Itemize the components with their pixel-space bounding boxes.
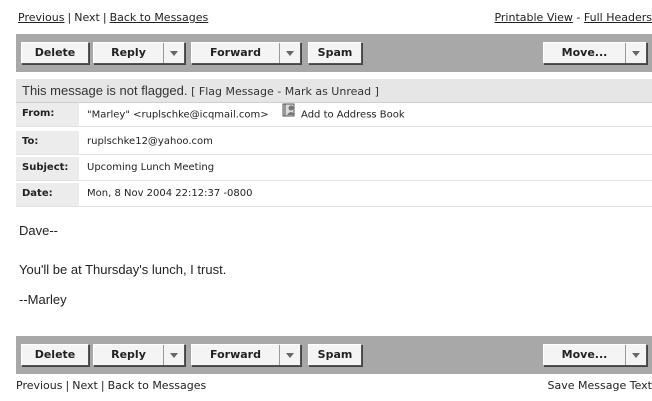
forward-dropdown-icon[interactable]	[279, 345, 300, 365]
message-body-line-3: --Marley	[19, 292, 67, 307]
flag-status-bar: This message is not flagged. [ Flag Mess…	[16, 79, 652, 103]
to-row: To: ruplschke12@yahoo.com	[16, 131, 652, 155]
from-value: "Marley" <ruplschke@icqmail.com>	[87, 109, 269, 121]
message-body-line-1: Dave--	[19, 223, 59, 238]
date-row: Date: Mon, 8 Nov 2004 22:12:37 -0800	[16, 183, 652, 207]
add-to-address-book-link[interactable]: Add to Address Book	[301, 110, 405, 121]
delete-button-bottom[interactable]: Delete	[21, 344, 89, 366]
spam-button[interactable]: Spam	[308, 42, 362, 64]
next-link-bottom[interactable]: Next	[72, 379, 98, 392]
bottom-nav: Previous | Next | Back to Messages Save Mess…	[16, 379, 652, 392]
to-label: To:	[16, 131, 79, 154]
top-toolbar: Delete Reply Forward Spam Move...	[16, 34, 652, 72]
date-value: Mon, 8 Nov 2004 22:12:37 -0800	[87, 188, 253, 199]
previous-link[interactable]: Previous	[18, 11, 65, 24]
move-button-bottom[interactable]: Move...	[543, 344, 647, 366]
forward-button[interactable]: Forward	[191, 42, 301, 64]
to-value: ruplschke12@yahoo.com	[87, 136, 213, 147]
reply-button[interactable]: Reply	[93, 42, 185, 64]
from-label: From:	[16, 103, 79, 126]
move-button[interactable]: Move...	[543, 42, 647, 64]
reply-dropdown-icon[interactable]	[163, 345, 184, 365]
bottom-toolbar: Delete Reply Forward Spam Move...	[16, 336, 652, 374]
printable-view-link[interactable]: Printable View	[494, 11, 572, 24]
message-body-line-2: You'll be at Thursday's lunch, I trust.	[19, 262, 227, 277]
full-headers-link[interactable]: Full Headers	[584, 11, 652, 24]
date-label: Date:	[16, 183, 79, 206]
forward-dropdown-icon[interactable]	[279, 43, 300, 63]
subject-value: Upcoming Lunch Meeting	[87, 162, 215, 173]
previous-link-bottom[interactable]: Previous	[16, 379, 63, 392]
subject-row: Subject: Upcoming Lunch Meeting	[16, 157, 652, 181]
delete-button[interactable]: Delete	[21, 42, 89, 64]
mark-unread-link[interactable]: Mark as Unread	[285, 85, 371, 98]
move-dropdown-icon[interactable]	[625, 43, 646, 63]
flag-status-text: This message is not flagged.	[22, 83, 188, 98]
reply-dropdown-icon[interactable]	[163, 43, 184, 63]
subject-label: Subject:	[16, 157, 79, 180]
save-message-text-link[interactable]: Save Message Text	[548, 379, 652, 392]
forward-button-bottom[interactable]: Forward	[191, 344, 301, 366]
next-link[interactable]: Next	[74, 11, 100, 24]
address-book-icon[interactable]	[282, 103, 298, 126]
back-to-messages-link-bottom[interactable]: Back to Messages	[108, 379, 207, 392]
move-dropdown-icon[interactable]	[625, 345, 646, 365]
from-row: From: "Marley" <ruplschke@icqmail.com> A…	[16, 103, 652, 127]
spam-button-bottom[interactable]: Spam	[308, 344, 362, 366]
nav-separator: -	[576, 11, 581, 24]
flag-message-link[interactable]: Flag Message	[199, 85, 274, 98]
back-to-messages-link[interactable]: Back to Messages	[110, 11, 209, 24]
top-nav: Previous | Next | Back to Messages Printable…	[18, 11, 652, 24]
reply-button-bottom[interactable]: Reply	[93, 344, 185, 366]
